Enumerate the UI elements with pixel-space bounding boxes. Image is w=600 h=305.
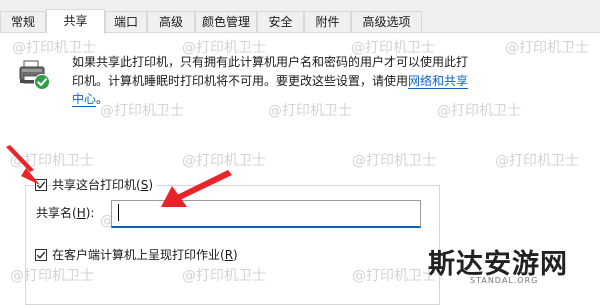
watermark: @打印机卫士 — [352, 153, 436, 169]
printer-shared-icon — [19, 60, 50, 90]
checkmark-icon — [36, 251, 46, 259]
tab-security[interactable]: 安全 — [257, 11, 304, 32]
checkmark-icon — [36, 181, 46, 189]
tab-general[interactable]: 常规 — [0, 11, 46, 32]
watermark: @打印机卫士 — [182, 153, 266, 169]
tab-advanced-options[interactable]: 高级选项 — [351, 11, 422, 32]
sharing-description: 如果共享此打印机，只有拥有此计算机用户名和密码的用户才可以使用此打印机。计算机睡… — [72, 53, 472, 109]
brand-url: STANDAL.ORG — [470, 276, 539, 285]
tab-color-management[interactable]: 颜色管理 — [195, 11, 257, 32]
share-name-label: 共享名(H): — [36, 206, 95, 220]
share-printer-label[interactable]: 共享这台打印机(S) — [52, 177, 157, 193]
watermark: @打印机卫士 — [505, 40, 589, 56]
share-name-input[interactable] — [111, 200, 421, 228]
tab-sharing[interactable]: 共享 — [46, 9, 105, 34]
tab-accessories[interactable]: 附件 — [304, 11, 351, 32]
watermark: @打印机卫士 — [10, 153, 94, 169]
share-printer-checkbox[interactable] — [35, 179, 47, 191]
tab-ports[interactable]: 端口 — [105, 11, 147, 32]
render-jobs-checkbox[interactable] — [35, 249, 47, 261]
render-jobs-label[interactable]: 在客户端计算机上呈现打印作业(R) — [52, 247, 238, 263]
watermark: @打印机卫士 — [495, 153, 579, 169]
tab-advanced[interactable]: 高级 — [147, 11, 195, 32]
text-caret — [118, 204, 119, 221]
description-suffix: 。 — [96, 92, 109, 106]
